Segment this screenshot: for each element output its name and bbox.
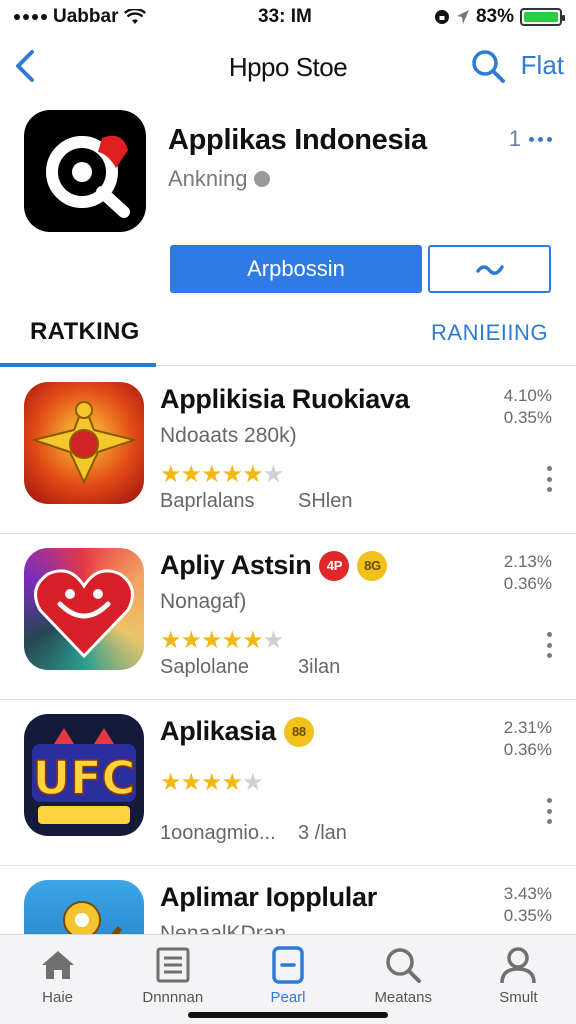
- status-right: 83%: [434, 6, 565, 28]
- app-size: 3ilan: [298, 656, 341, 678]
- stat-secondary: 0.36%: [503, 740, 552, 759]
- home-indicator[interactable]: [188, 1012, 388, 1018]
- location-icon: [456, 10, 469, 24]
- star-rating: ★★★★★★: [160, 461, 284, 488]
- badge-gold: 8G: [357, 550, 388, 581]
- app-subtitle: Ankning: [168, 166, 270, 192]
- app-icon-heart[interactable]: [24, 548, 144, 670]
- app-title: Apliy Astsin 4P 8G: [160, 550, 388, 581]
- wifi-icon: [124, 9, 147, 24]
- status-bar: Uabbar 33: IM 83%: [0, 0, 576, 34]
- chevron-down-icon: [475, 265, 504, 275]
- tab-categories[interactable]: Dnnnnan: [115, 935, 230, 1024]
- app-description: Nonagaf): [160, 590, 247, 613]
- app-category: Saplolane: [160, 656, 249, 678]
- tab-label: Pearl: [270, 989, 306, 1006]
- tab-label: Haie: [42, 989, 74, 1006]
- page-title: Hppo Stoe: [228, 51, 348, 82]
- tab-home[interactable]: Haie: [0, 935, 115, 1024]
- get-button[interactable]: Arpbossin: [170, 245, 422, 293]
- tab-label: Meatans: [374, 989, 432, 1006]
- app-name: Applikas Indonesia: [168, 124, 427, 156]
- more-options-icon[interactable]: [546, 798, 552, 824]
- magnifier-logo-icon: [46, 135, 130, 218]
- nav-bar: Hppo Stoe Flat: [0, 36, 576, 98]
- star-rating: ★★★★★: [160, 769, 264, 796]
- app-title: Aplikasia 88: [160, 716, 314, 747]
- clock: 33: IM: [258, 6, 312, 27]
- carrier-label: Uabbar: [53, 6, 119, 27]
- tab-bar: Haie Dnnnnan Pearl Meatans Smult: [0, 934, 576, 1024]
- list-item[interactable]: Applikisia Ruokiava Ndoaats 280k) ★★★★★★…: [0, 368, 576, 534]
- status-left: Uabbar: [14, 6, 147, 28]
- badge-gold: 88: [283, 716, 314, 747]
- app-category: Baprlalans: [160, 490, 255, 512]
- app-icon: [272, 946, 304, 984]
- tab-label: Dnnnnan: [142, 989, 204, 1006]
- home-icon: [41, 951, 74, 979]
- rank-indicator[interactable]: 1: [509, 126, 552, 152]
- featured-app: Applikas Indonesia Ankning 1 Arpbossin: [0, 108, 576, 308]
- tab-apps[interactable]: Pearl: [230, 935, 345, 1024]
- tab-ranking[interactable]: RATKING: [30, 318, 140, 346]
- search-icon[interactable]: [470, 48, 506, 84]
- star-rating: ★★★★★★: [160, 627, 284, 654]
- svg-text:UFC: UFC: [33, 751, 136, 805]
- app-description: Ndoaats 280k): [160, 424, 297, 447]
- app-size: 3 /lan: [298, 822, 347, 844]
- dropdown-button[interactable]: [428, 245, 551, 293]
- active-tab-indicator: [0, 363, 156, 367]
- tab-ranking-alt[interactable]: RANIEIING: [431, 320, 548, 346]
- tab-label: Smult: [499, 989, 538, 1006]
- subtitle-text: Ankning: [168, 166, 248, 191]
- app-icon-emblem[interactable]: [24, 382, 144, 504]
- app-list: Applikisia Ruokiava Ndoaats 280k) ★★★★★★…: [0, 368, 576, 1024]
- battery-fill: [524, 12, 558, 22]
- info-icon[interactable]: [253, 171, 270, 187]
- app-title: Applikisia Ruokiava: [160, 384, 410, 414]
- tab-profile[interactable]: Smult: [461, 935, 576, 1024]
- heart-icon: [34, 569, 134, 659]
- stat-primary: 2.31%: [503, 718, 552, 737]
- segment-tabs: RATKING RANIEIING: [0, 312, 576, 367]
- more-dots-icon: [529, 136, 552, 142]
- battery-icon: [520, 8, 565, 26]
- rank-number: 1: [508, 126, 521, 151]
- list-item[interactable]: UFC Aplikasia 88 ★★★★★ 1oonagmio... 3 /l…: [0, 700, 576, 866]
- garuda-emblem-icon: [30, 401, 138, 485]
- stat-secondary: 0.36%: [503, 574, 552, 593]
- person-icon: [500, 947, 537, 984]
- list-item[interactable]: Apliy Astsin 4P 8G Nonagaf) ★★★★★★ Saplo…: [0, 534, 576, 700]
- lock-rotation-icon: [434, 10, 449, 24]
- app-icon-ufc[interactable]: UFC: [24, 714, 144, 836]
- more-options-icon[interactable]: [546, 466, 552, 492]
- nav-right-button[interactable]: Flat: [521, 50, 564, 81]
- more-options-icon[interactable]: [546, 632, 552, 658]
- badge-red: 4P: [319, 550, 350, 581]
- stat-primary: 3.43%: [503, 884, 552, 903]
- app-size: SHlen: [298, 490, 353, 512]
- app-title: Aplimar Iopplular: [160, 882, 377, 912]
- ufc-logo-icon: UFC: [32, 728, 136, 824]
- stat-primary: 4.10%: [503, 386, 552, 405]
- chevron-left-icon[interactable]: [8, 46, 42, 86]
- tab-search[interactable]: Meatans: [346, 935, 461, 1024]
- app-category: 1oonagmio...: [160, 822, 276, 844]
- stat-primary: 2.13%: [503, 552, 552, 571]
- search-icon: [386, 948, 422, 983]
- app-logo-icon[interactable]: [24, 110, 146, 232]
- signal-icon: [14, 14, 47, 20]
- stat-secondary: 0.35%: [503, 906, 552, 925]
- list-icon: [156, 947, 190, 983]
- battery-percent: 83%: [475, 6, 514, 27]
- stat-secondary: 0.35%: [503, 408, 552, 427]
